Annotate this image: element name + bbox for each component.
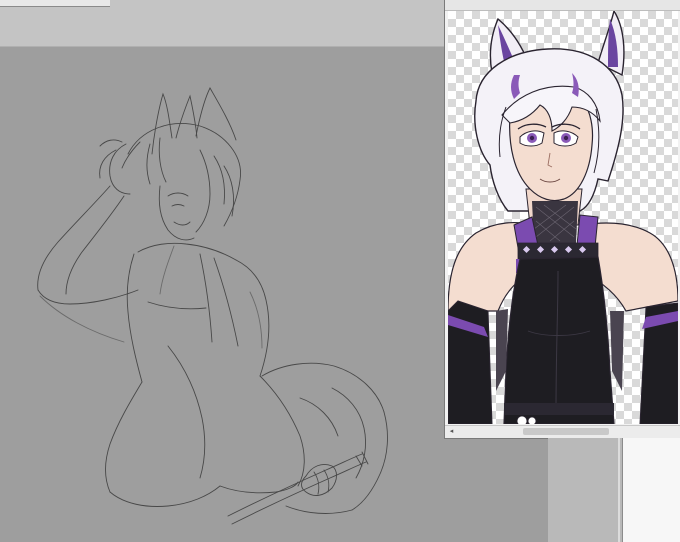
- pencil-sketch: [37, 87, 388, 525]
- canvas-toolbar-strip: [0, 0, 445, 47]
- navigator-horizontal-scrollbar[interactable]: ◂: [445, 425, 680, 438]
- transparency-checkerboard: [448, 11, 678, 424]
- panel-divider[interactable]: [618, 438, 620, 542]
- scrollbar-thumb[interactable]: [523, 428, 609, 435]
- document-tab[interactable]: [0, 0, 110, 7]
- lower-side-panel: [548, 438, 680, 542]
- navigator-titlebar[interactable]: [445, 0, 680, 11]
- layer-list-column[interactable]: [622, 438, 680, 542]
- character-illustration: [448, 11, 678, 424]
- scroll-left-arrow-icon[interactable]: ◂: [447, 427, 456, 436]
- navigator-panel: ◂: [444, 0, 680, 439]
